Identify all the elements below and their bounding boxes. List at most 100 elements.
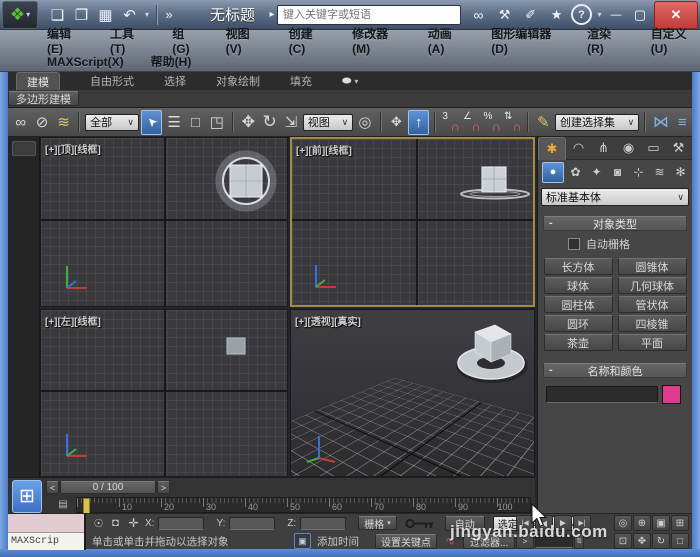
category-systems-button[interactable]: ✻	[671, 163, 690, 182]
tab-utilities[interactable]: ⚒	[666, 137, 691, 159]
bind-to-space-warp-button[interactable]: ≋	[54, 111, 73, 134]
menu-graph-editors[interactable]: 图形编辑器(D)	[489, 25, 562, 56]
isolate-selection-toggle[interactable]: ☉	[92, 517, 105, 530]
ribbon-tab-freeform[interactable]: 自由形式	[90, 73, 134, 89]
primitive-plane-button[interactable]: 平面	[617, 334, 687, 351]
tab-create[interactable]: ✱	[538, 136, 566, 160]
menu-edit[interactable]: 编辑(E)	[45, 25, 85, 56]
maxscript-mini-listener[interactable]: MAXScrip	[8, 514, 86, 550]
window-crossing-button[interactable]: ◳	[207, 111, 226, 134]
menu-tools[interactable]: 工具(T)	[108, 25, 147, 56]
zoom-button[interactable]: ◎	[614, 515, 632, 531]
frame-spinner-button[interactable]: ⇅	[574, 533, 584, 549]
play-button[interactable]: ►	[554, 515, 572, 531]
select-and-link-button[interactable]: ∞	[11, 111, 30, 134]
ribbon-tab-modeling[interactable]: 建模	[16, 71, 60, 91]
search-go-button[interactable]: ▸	[267, 9, 277, 20]
help-caret-button[interactable]: ▾	[595, 10, 604, 19]
primitive-cylinder-button[interactable]: 圆柱体	[543, 296, 613, 313]
undo-caret-button[interactable]: ▾	[142, 4, 152, 26]
ribbon-tab-populate[interactable]: 填充	[290, 73, 312, 89]
x-coordinate-field[interactable]	[158, 516, 205, 530]
primitive-box-button[interactable]: 长方体	[543, 258, 613, 275]
menu-rendering[interactable]: 渲染(R)	[585, 25, 626, 56]
listener-script-row[interactable]: MAXScrip	[8, 533, 84, 550]
use-center-flyout-button[interactable]: ↑	[408, 109, 430, 135]
menu-help[interactable]: 帮助(H)	[149, 53, 194, 70]
primitive-category-dropdown[interactable]: 标准基本体 ∨	[541, 188, 689, 206]
undo-button[interactable]: ↶	[118, 3, 141, 26]
frame-indicator[interactable]: 0 / 100	[60, 481, 156, 494]
mirror-button[interactable]: ⋈	[651, 111, 670, 134]
grid-setting-button[interactable]: 栅格 ▾	[358, 516, 397, 531]
auto-key-button[interactable]: 自动	[444, 515, 485, 531]
category-geometry-button[interactable]: ●	[542, 161, 564, 183]
zoom-all-button[interactable]: ⊕	[633, 515, 651, 531]
absolute-mode-toggle[interactable]: ✛	[126, 516, 141, 530]
communication-center-button[interactable]: ✐	[519, 3, 542, 26]
qat-expand-button[interactable]: »	[162, 4, 176, 26]
object-name-input[interactable]	[546, 386, 658, 403]
viewport-top-label[interactable]: [+][顶][线框]	[45, 141, 101, 156]
select-and-scale-button[interactable]: ⇲	[281, 111, 300, 134]
z-coordinate-field[interactable]	[300, 516, 347, 530]
primitive-tube-button[interactable]: 管状体	[617, 296, 687, 313]
add-time-tag[interactable]: 添加时间	[317, 534, 359, 549]
percent-snap-button[interactable]: % ∩	[482, 111, 501, 134]
open-file-button[interactable]: ❐	[70, 3, 93, 26]
app-logo-button[interactable]: ❖ ▾	[2, 0, 38, 29]
viewport-perspective[interactable]: [+][透视][真实]	[290, 309, 535, 477]
snap-toggle-3d-button[interactable]: 3 ∩	[441, 111, 460, 134]
category-cameras-button[interactable]: ◙	[608, 163, 627, 182]
tab-motion[interactable]: ◉	[616, 137, 641, 159]
torus-cube-front-view[interactable]	[455, 159, 535, 204]
polygon-modeling-panel-button[interactable]: 多边形建模	[8, 91, 79, 106]
ribbon-tab-object-paint[interactable]: 对象绘制	[216, 73, 260, 89]
reference-coordinate-dropdown[interactable]: 视图 ∨	[302, 113, 354, 131]
select-and-move-button[interactable]: ✥	[239, 111, 258, 134]
ribbon-options-button[interactable]: ⬬ ▾	[342, 75, 358, 88]
menu-create[interactable]: 创建(C)	[287, 25, 328, 56]
viewport-layout-button[interactable]: ⊞	[12, 480, 42, 513]
edit-named-selection-sets-button[interactable]: ✎	[534, 111, 553, 134]
subscription-button[interactable]: ⚒	[493, 3, 516, 26]
unlink-selection-button[interactable]: ⊘	[32, 111, 51, 134]
primitive-teapot-button[interactable]: 茶壶	[543, 334, 613, 351]
align-button[interactable]: ≡	[673, 111, 692, 134]
time-slider[interactable]: < 0 / 100 >	[46, 481, 170, 494]
primitive-cone-button[interactable]: 圆锥体	[617, 258, 687, 275]
isolate-button[interactable]: ▣	[294, 533, 311, 549]
menu-maxscript[interactable]: MAXScript(X)	[45, 55, 126, 69]
tab-hierarchy[interactable]: ⋔	[591, 137, 616, 159]
menu-customize[interactable]: 自定义(U)	[649, 25, 700, 56]
cube-left-view[interactable]	[221, 332, 261, 362]
angle-snap-button[interactable]: ∠ ∩	[462, 111, 481, 134]
object-type-rollout-header[interactable]: - 对象类型	[543, 216, 687, 231]
zoom-extents-button[interactable]: ▣	[652, 515, 670, 531]
track-bar[interactable]: 10 20 30 40 50 60 70 80 90 100	[76, 497, 531, 514]
orbit-button[interactable]: ↻	[652, 533, 670, 549]
layout-tab-notch[interactable]	[12, 141, 36, 156]
menu-views[interactable]: 视图(V)	[224, 25, 264, 56]
category-shapes-button[interactable]: ✿	[566, 163, 585, 182]
help-search-input[interactable]	[277, 4, 462, 25]
category-helpers-button[interactable]: ⊹	[629, 163, 648, 182]
viewport-perspective-label[interactable]: [+][透视][真实]	[295, 313, 361, 328]
search-communication-button[interactable]: ∞	[467, 3, 490, 26]
zoom-region-button[interactable]: ⊡	[614, 533, 632, 549]
viewport-front[interactable]: [+][前][线框]	[290, 137, 535, 307]
autogrid-checkbox[interactable]	[568, 238, 580, 250]
key-filters-button[interactable]: 过滤器...	[463, 533, 516, 549]
viewport-top[interactable]: [+][顶][线框]	[40, 137, 288, 307]
menu-group[interactable]: 组(G)	[170, 25, 200, 56]
pan-button[interactable]: ✥	[633, 533, 651, 549]
menu-modifiers[interactable]: 修改器(M)	[350, 25, 403, 56]
name-color-rollout-header[interactable]: - 名称和颜色	[543, 363, 687, 378]
viewport-left[interactable]: [+][左][线框]	[40, 309, 288, 477]
favorites-button[interactable]: ★	[545, 3, 568, 26]
zoom-extents-all-button[interactable]: ⊞	[671, 515, 689, 531]
key-filters-wave-icon[interactable]: ∿	[443, 534, 457, 548]
minimize-button[interactable]: —	[604, 5, 628, 25]
save-button[interactable]: ▦	[94, 3, 117, 26]
new-file-button[interactable]: ❏	[46, 3, 69, 26]
